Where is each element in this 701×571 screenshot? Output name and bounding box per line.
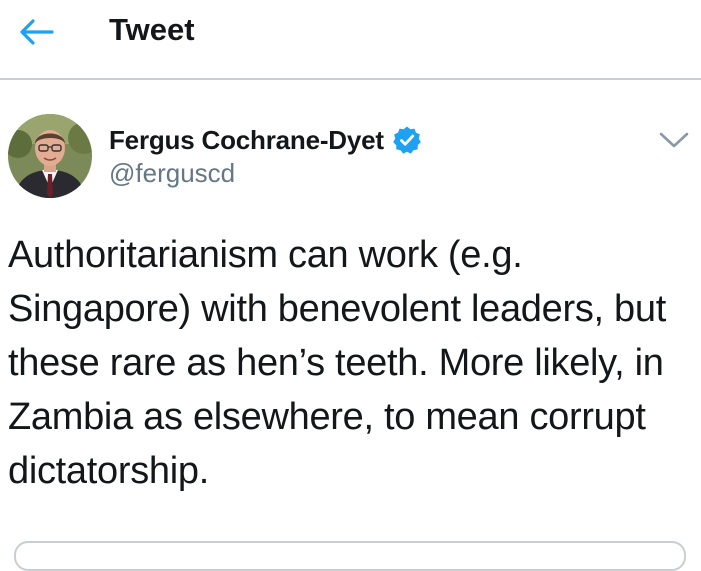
author-name[interactable]: Fergus Cochrane-Dyet: [109, 125, 384, 156]
page-title: Tweet: [109, 12, 195, 47]
verified-badge-icon: [392, 125, 422, 155]
avatar[interactable]: [8, 114, 92, 198]
quoted-card[interactable]: [14, 541, 686, 571]
author-handle[interactable]: @ferguscd: [109, 158, 235, 189]
arrow-left-icon: [20, 19, 54, 45]
tweet-text: Authoritarianism can work (e.g. Singapor…: [8, 234, 666, 492]
avatar-image: [8, 114, 92, 198]
tweet-menu-button[interactable]: [656, 126, 692, 154]
chevron-down-icon: [659, 132, 689, 148]
top-bar: Tweet: [0, 0, 701, 80]
back-button[interactable]: [14, 12, 58, 52]
author-line: Fergus Cochrane-Dyet: [109, 120, 422, 160]
